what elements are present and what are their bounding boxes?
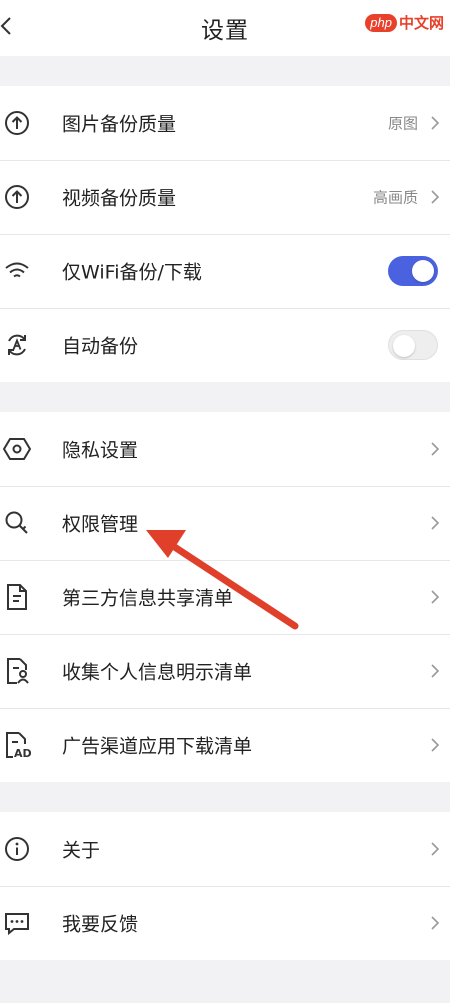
about-row[interactable]: 关于 xyxy=(0,812,450,886)
permissions-label: 权限管理 xyxy=(62,513,139,536)
auto-backup-row: 自动备份 xyxy=(0,308,450,382)
chevron-right-icon xyxy=(431,842,440,856)
toggle-knob xyxy=(393,335,415,357)
chevron-right-icon xyxy=(431,442,440,456)
privacy-settings-row[interactable]: 隐私设置 xyxy=(0,412,450,486)
ad-channel-label: 广告渠道应用下载清单 xyxy=(62,735,253,758)
image-quality-row[interactable]: 图片备份质量 原图 xyxy=(0,86,450,160)
upload-icon xyxy=(2,182,32,212)
document-list-icon xyxy=(2,582,32,612)
auto-backup-label: 自动备份 xyxy=(62,335,139,358)
video-quality-label: 视频备份质量 xyxy=(62,187,177,210)
svg-text:AD: AD xyxy=(14,747,31,759)
auto-backup-toggle[interactable] xyxy=(388,330,438,360)
chevron-right-icon xyxy=(431,116,440,130)
third-party-row[interactable]: 第三方信息共享清单 xyxy=(0,560,450,634)
misc-group: 关于 我要反馈 xyxy=(0,812,450,960)
chevron-right-icon xyxy=(431,516,440,530)
image-quality-label: 图片备份质量 xyxy=(62,113,177,136)
feedback-label: 我要反馈 xyxy=(62,913,139,936)
hexagon-icon xyxy=(2,434,32,464)
third-party-label: 第三方信息共享清单 xyxy=(62,587,234,610)
wifi-icon xyxy=(2,256,32,286)
personal-info-row[interactable]: 收集个人信息明示清单 xyxy=(0,634,450,708)
wifi-only-toggle[interactable] xyxy=(388,256,438,286)
chevron-right-icon xyxy=(431,190,440,204)
document-ad-icon: AD xyxy=(2,730,32,760)
chevron-right-icon xyxy=(431,916,440,930)
video-quality-row[interactable]: 视频备份质量 高画质 xyxy=(0,160,450,234)
personal-info-label: 收集个人信息明示清单 xyxy=(62,661,253,684)
chevron-right-icon xyxy=(431,664,440,678)
auto-sync-icon xyxy=(2,330,32,360)
image-quality-value: 原图 xyxy=(387,114,418,133)
section-gap xyxy=(0,782,450,812)
privacy-group: 隐私设置 权限管理 第三方信息共享清单 收集个人信息明示清单 AD 广告渠道应用… xyxy=(0,412,450,782)
info-icon xyxy=(2,834,32,864)
feedback-row[interactable]: 我要反馈 xyxy=(0,886,450,960)
page-title: 设置 xyxy=(201,18,249,44)
ad-channel-row[interactable]: AD 广告渠道应用下载清单 xyxy=(0,708,450,782)
about-label: 关于 xyxy=(62,839,101,862)
privacy-settings-label: 隐私设置 xyxy=(62,439,139,462)
permissions-row[interactable]: 权限管理 xyxy=(0,486,450,560)
chevron-right-icon xyxy=(431,738,440,752)
backup-group: 图片备份质量 原图 视频备份质量 高画质 仅WiFi备份/下载 自动备份 xyxy=(0,86,450,382)
watermark: php 中文网 xyxy=(365,12,444,33)
section-gap xyxy=(0,56,450,86)
chat-icon xyxy=(2,908,32,938)
chevron-right-icon xyxy=(431,590,440,604)
watermark-text: 中文网 xyxy=(398,14,444,32)
upload-icon xyxy=(2,108,32,138)
toggle-knob xyxy=(412,260,434,282)
bottom-area xyxy=(0,960,450,1003)
video-quality-value: 高画质 xyxy=(372,188,418,207)
key-search-icon xyxy=(2,508,32,538)
section-gap xyxy=(0,382,450,412)
wifi-only-label: 仅WiFi备份/下载 xyxy=(62,261,202,284)
header-bar: 设置 php 中文网 xyxy=(0,0,450,56)
wifi-only-row: 仅WiFi备份/下载 xyxy=(0,234,450,308)
watermark-logo: php xyxy=(365,13,397,32)
back-arrow-icon[interactable] xyxy=(0,10,20,40)
document-person-icon xyxy=(2,656,32,686)
